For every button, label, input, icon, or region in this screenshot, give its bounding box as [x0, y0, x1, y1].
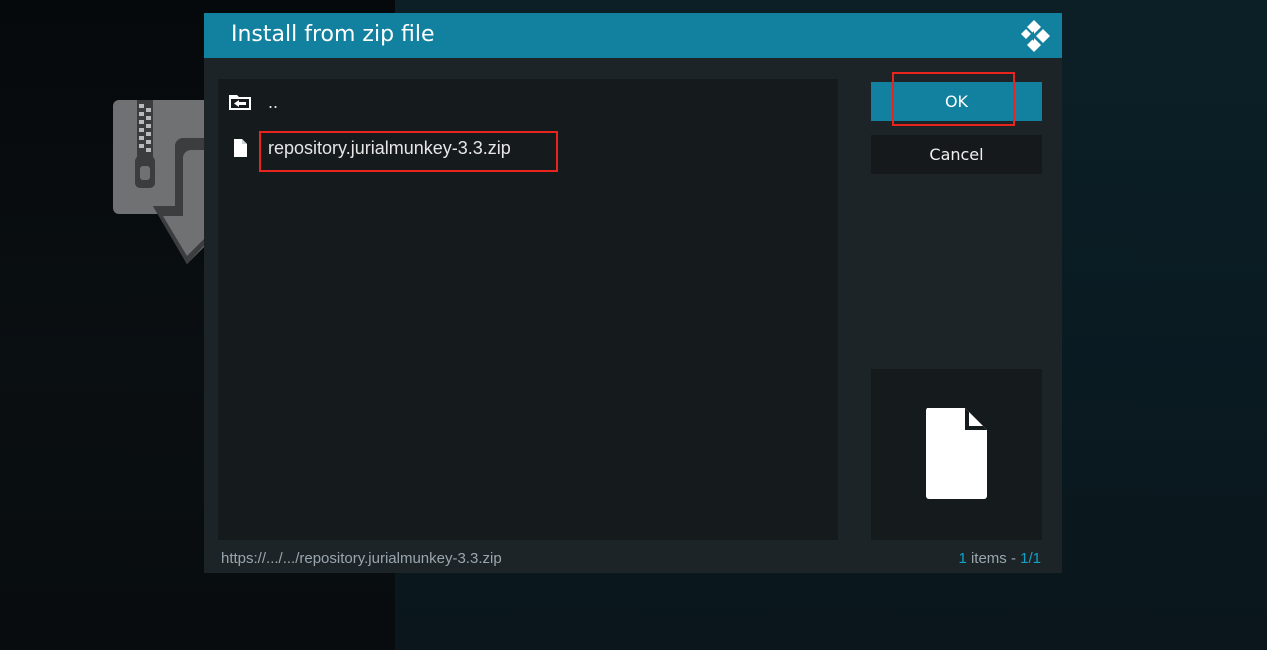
- install-from-zip-dialog: Install from zip file .. repository.juri…: [204, 13, 1062, 573]
- list-item-parent-folder[interactable]: ..: [218, 82, 838, 122]
- file-preview: [871, 369, 1042, 540]
- kodi-logo-icon: [1021, 20, 1050, 52]
- dialog-title: Install from zip file: [231, 22, 435, 47]
- current-path: https://.../.../repository.jurialmunkey-…: [221, 550, 502, 567]
- ok-button-highlight: [892, 72, 1015, 126]
- item-count-text: items -: [966, 550, 1021, 567]
- item-count-number: 1: [958, 550, 967, 567]
- file-icon: [234, 139, 247, 157]
- zip-file-highlight: [259, 131, 558, 172]
- item-count: 1 items - 1/1: [958, 549, 1041, 569]
- dialog-header: Install from zip file: [204, 13, 1062, 58]
- cancel-button[interactable]: Cancel: [871, 135, 1042, 174]
- page-indicator: 1/1: [1020, 550, 1041, 567]
- file-preview-icon: [926, 408, 987, 499]
- list-item-label: ..: [268, 92, 279, 112]
- folder-back-icon: [229, 95, 251, 110]
